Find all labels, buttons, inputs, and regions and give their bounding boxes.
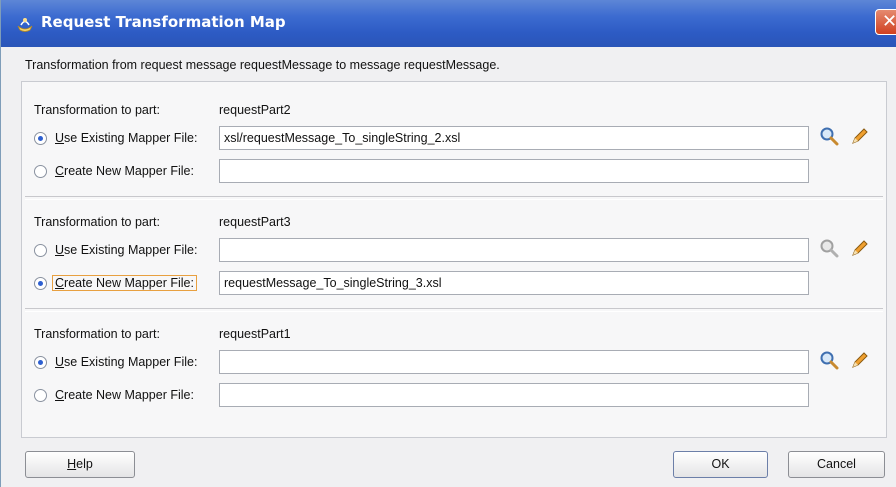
section-divider bbox=[25, 196, 883, 200]
radio-button[interactable] bbox=[34, 276, 47, 290]
existing-mapper-file-input[interactable] bbox=[219, 350, 809, 374]
create-new-radio[interactable]: Create New Mapper File: bbox=[34, 273, 197, 293]
use-existing-label: Use Existing Mapper File: bbox=[55, 131, 198, 145]
radio-button[interactable] bbox=[34, 243, 47, 257]
part-name: requestPart2 bbox=[219, 103, 291, 117]
app-icon bbox=[17, 18, 33, 32]
help-button[interactable]: Help bbox=[25, 451, 135, 478]
new-mapper-file-input[interactable] bbox=[219, 383, 809, 407]
radio-button[interactable] bbox=[34, 131, 47, 145]
search-icon[interactable] bbox=[819, 350, 839, 370]
part-label: Transformation to part: bbox=[34, 327, 160, 341]
part-label: Transformation to part: bbox=[34, 103, 160, 117]
use-existing-radio[interactable]: Use Existing Mapper File: bbox=[34, 240, 200, 260]
radio-button[interactable] bbox=[34, 164, 47, 178]
title-bar[interactable]: Request Transformation Map ✕ bbox=[1, 0, 896, 47]
window-title: Request Transformation Map bbox=[41, 13, 286, 31]
part-name: requestPart1 bbox=[219, 327, 291, 341]
create-new-label: Create New Mapper File: bbox=[55, 388, 194, 402]
pencil-icon[interactable] bbox=[849, 350, 869, 370]
use-existing-label: Use Existing Mapper File: bbox=[55, 355, 198, 369]
search-icon[interactable] bbox=[819, 126, 839, 146]
pencil-icon[interactable] bbox=[849, 126, 869, 146]
pencil-icon[interactable] bbox=[849, 238, 869, 258]
radio-button[interactable] bbox=[34, 388, 47, 402]
ok-button[interactable]: OK bbox=[673, 451, 768, 478]
close-icon: ✕ bbox=[882, 11, 896, 32]
search-icon bbox=[820, 239, 839, 258]
new-mapper-file-input[interactable] bbox=[219, 159, 809, 183]
radio-button[interactable] bbox=[34, 355, 47, 369]
part-name: requestPart3 bbox=[219, 215, 291, 229]
use-existing-radio[interactable]: Use Existing Mapper File: bbox=[34, 128, 200, 148]
existing-mapper-file-input[interactable] bbox=[219, 238, 809, 262]
description-text: Transformation from request message requ… bbox=[25, 58, 500, 72]
close-button[interactable]: ✕ bbox=[875, 9, 896, 35]
create-new-radio[interactable]: Create New Mapper File: bbox=[34, 385, 197, 405]
existing-mapper-file-input[interactable]: xsl/requestMessage_To_singleString_2.xsl bbox=[219, 126, 809, 150]
create-new-radio[interactable]: Create New Mapper File: bbox=[34, 161, 197, 181]
use-existing-radio[interactable]: Use Existing Mapper File: bbox=[34, 352, 200, 372]
cancel-button[interactable]: Cancel bbox=[788, 451, 885, 478]
new-mapper-file-input[interactable]: requestMessage_To_singleString_3.xsl bbox=[219, 271, 809, 295]
section-divider bbox=[25, 308, 883, 312]
create-new-label: Create New Mapper File: bbox=[55, 164, 194, 178]
part-label: Transformation to part: bbox=[34, 215, 160, 229]
dialog-window: Request Transformation Map ✕ Transformat… bbox=[0, 0, 896, 487]
use-existing-label: Use Existing Mapper File: bbox=[55, 243, 198, 257]
create-new-label: Create New Mapper File: bbox=[52, 275, 197, 291]
